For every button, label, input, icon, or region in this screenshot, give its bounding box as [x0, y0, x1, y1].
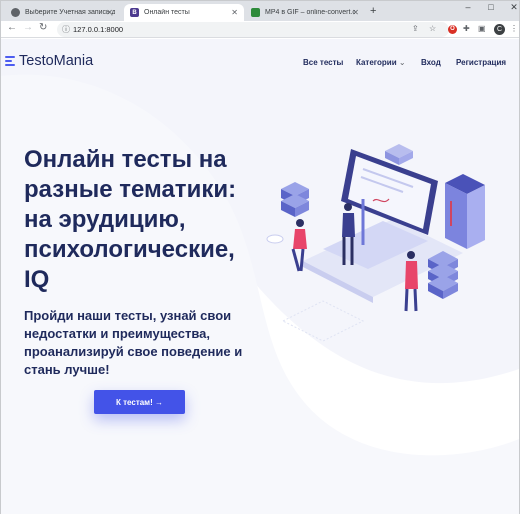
page-viewport: TestoMania Все тесты Категории ⌄ Вход Ре…: [1, 39, 519, 514]
hero-title-line: на эрудицию,: [24, 206, 186, 233]
tab-account[interactable]: Выберите Учетная запись для в ✕: [5, 4, 119, 21]
new-tab-button[interactable]: +: [370, 5, 376, 17]
tab-strip: Выберите Учетная запись для в ✕ B Онлайн…: [1, 1, 519, 21]
hero-title-line: психологические,: [24, 236, 235, 263]
opera-extension-icon[interactable]: O: [448, 25, 457, 34]
tab-title: Онлайн тесты: [144, 9, 190, 16]
tab-title: MP4 в GIF – online-convert.com: [265, 9, 355, 16]
to-tests-button[interactable]: К тестам! →: [94, 390, 185, 414]
address-bar[interactable]: ⓘ 127.0.0.1:8000 ⇪ ☆: [57, 22, 449, 37]
nav-categories[interactable]: Категории ⌄: [356, 58, 406, 67]
forward-icon[interactable]: →: [23, 22, 33, 33]
logo-icon: [5, 55, 16, 67]
hero-subtitle: Пройди наши тесты, узнай свои недостатки…: [24, 307, 264, 379]
hero-title-line: IQ: [24, 266, 50, 293]
nav-all-tests[interactable]: Все тесты: [303, 58, 343, 67]
tab-online-tests[interactable]: B Онлайн тесты ✕: [124, 4, 244, 21]
convert-icon: [251, 8, 260, 17]
hero-title-line: разные тематики:: [24, 176, 237, 203]
tab-mp4-gif[interactable]: MP4 в GIF – online-convert.com ✕: [245, 4, 365, 21]
hero-title-line: Онлайн тесты на: [24, 146, 227, 173]
close-icon[interactable]: ✕: [352, 8, 359, 17]
avatar[interactable]: C: [494, 24, 505, 35]
nav-register[interactable]: Регистрация: [456, 58, 506, 67]
logo-text: TestoMania: [19, 53, 94, 69]
bootstrap-icon: B: [130, 8, 139, 17]
bookmark-star-icon[interactable]: ☆: [429, 24, 436, 33]
hero-subtitle-line: проанализируй свое поведение и: [24, 344, 243, 359]
menu-icon[interactable]: ⋮: [510, 24, 518, 33]
hero-title: Онлайн тесты на разные тематики: на эруд…: [24, 145, 264, 295]
tab-title: Выберите Учетная запись для в: [25, 9, 115, 16]
hero-illustration: [266, 144, 485, 342]
site-logo[interactable]: TestoMania: [5, 53, 93, 69]
info-icon[interactable]: ⓘ: [62, 24, 70, 35]
url-text[interactable]: 127.0.0.1:8000: [73, 25, 123, 34]
reload-icon[interactable]: ↻: [39, 22, 47, 33]
close-icon[interactable]: ✕: [106, 8, 113, 17]
nav-login[interactable]: Вход: [421, 58, 441, 67]
hero-subtitle-line: недостатки и преимущества,: [24, 326, 210, 341]
nav-categories-label: Категории: [356, 58, 397, 67]
chevron-down-icon: ⌄: [398, 58, 406, 67]
browser-toolbar: ← → ↻ ⓘ 127.0.0.1:8000 ⇪ ☆ ✚ ▣ ⋮: [1, 21, 519, 38]
back-icon[interactable]: ←: [7, 22, 17, 33]
close-icon[interactable]: ✕: [231, 8, 238, 17]
sidebar-icon[interactable]: ▣: [478, 24, 486, 33]
hero-subtitle-line: Пройди наши тесты, узнай свои: [24, 308, 232, 323]
share-icon[interactable]: ⇪: [412, 24, 419, 33]
browser-window: Выберите Учетная запись для в ✕ B Онлайн…: [0, 0, 520, 514]
globe-icon: [11, 8, 20, 17]
hero-subtitle-line: стань лучше!: [24, 362, 110, 377]
close-window-button[interactable]: ✕: [500, 2, 520, 13]
extensions-icon[interactable]: ✚: [463, 24, 470, 33]
